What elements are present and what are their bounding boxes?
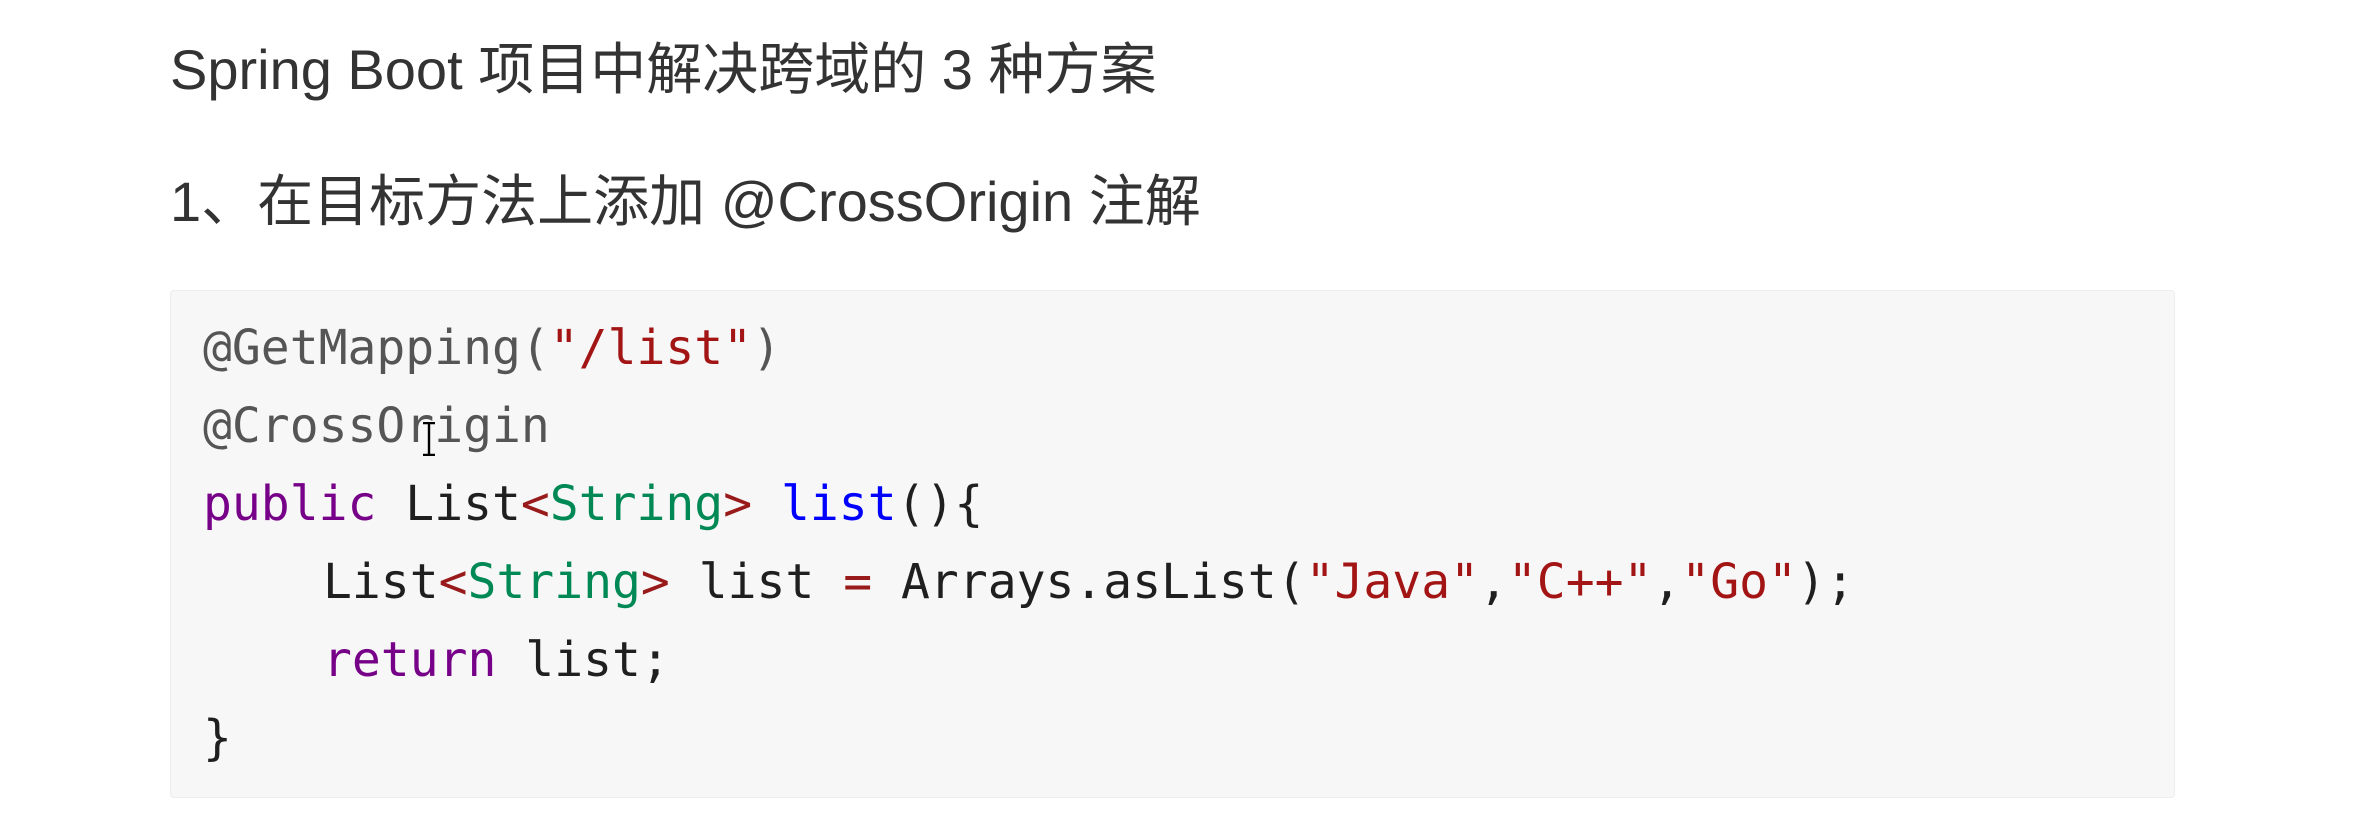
call-token: Arrays.asList(	[901, 554, 1306, 610]
brace-token: }	[203, 710, 232, 766]
generic-close-token: >	[723, 476, 753, 532]
code-line: @CrossOrigin	[203, 387, 2174, 465]
punctuation-token: (){	[896, 476, 984, 532]
annotation-token: @CrossOrigin	[203, 398, 550, 454]
punctuation-token: )	[752, 320, 781, 376]
string-token: "Go"	[1681, 554, 1797, 610]
generic-open-token: <	[438, 554, 468, 610]
variable-token: list	[698, 554, 815, 610]
type-token: List	[405, 476, 521, 532]
type-token: List	[323, 554, 439, 610]
section-heading: 1、在目标方法上添加 @CrossOrigin 注解	[170, 170, 1201, 233]
generic-type-token: String	[549, 476, 724, 532]
generic-open-token: <	[520, 476, 550, 532]
method-name-token: list	[781, 476, 897, 532]
page-title: Spring Boot 项目中解决跨域的 3 种方案	[170, 38, 1157, 101]
string-token: "Java"	[1305, 554, 1479, 610]
code-line: List<String> list = Arrays.asList("Java"…	[203, 543, 2174, 621]
punctuation-token: ,	[1652, 554, 1682, 610]
code-line: }	[203, 699, 2174, 777]
string-token: "C++"	[1507, 554, 1653, 610]
generic-close-token: >	[640, 554, 670, 610]
string-token: "/list"	[549, 320, 753, 376]
punctuation-token: );	[1796, 554, 1855, 610]
operator-token: =	[843, 554, 873, 610]
keyword-token: return	[323, 632, 497, 688]
code-line: public List<String> list(){	[203, 465, 2174, 543]
code-block[interactable]: @GetMapping("/list") @CrossOrigin public…	[170, 290, 2175, 798]
generic-type-token: String	[467, 554, 641, 610]
page: Spring Boot 项目中解决跨域的 3 种方案 1、在目标方法上添加 @C…	[0, 0, 2365, 840]
annotation-token: @GetMapping(	[203, 320, 550, 376]
keyword-token: public	[203, 476, 377, 532]
punctuation-token: ,	[1478, 554, 1508, 610]
code-line: return list;	[203, 621, 2174, 699]
statement-token: list;	[525, 632, 670, 688]
code-line: @GetMapping("/list")	[203, 309, 2174, 387]
